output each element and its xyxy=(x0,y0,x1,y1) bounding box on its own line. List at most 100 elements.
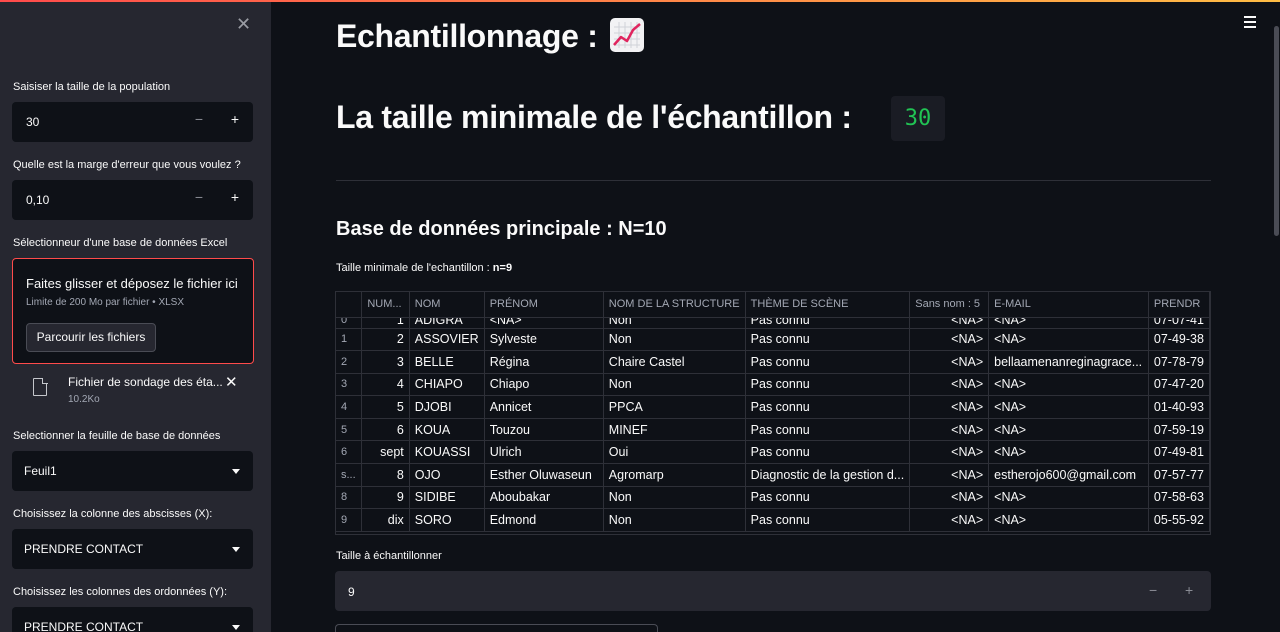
population-decrement-button[interactable]: − xyxy=(189,111,209,127)
table-row[interactable]: s... 8 OJO Esther Oluwaseun Agromarp Diagnost… xyxy=(336,463,1210,487)
file-uploader-dropzone[interactable]: Faites glisser et déposez le fichier ici… xyxy=(12,258,254,364)
table-cell[interactable]: Chiapo xyxy=(484,373,604,397)
table-row[interactable]: 4 5 DJOBI Annicet PPCA Pas connu <NA> <NA> 01-40… xyxy=(336,395,1210,419)
table-cell[interactable]: Aboubakar xyxy=(484,486,604,510)
table-cell[interactable]: SORO xyxy=(409,508,485,532)
row-index-cell[interactable]: 2 xyxy=(336,350,363,374)
table-row[interactable]: 8 9 SIDIBE Aboubakar Non Pas connu <NA> <NA> 07-… xyxy=(336,486,1210,510)
table-cell[interactable]: Pas connu xyxy=(745,418,911,442)
table-cell[interactable]: 2 xyxy=(361,328,410,352)
table-cell[interactable]: 4 xyxy=(361,373,410,397)
row-index-cell[interactable]: 9 xyxy=(336,508,363,532)
table-cell[interactable]: 07-57-77 xyxy=(1148,463,1210,487)
table-cell[interactable]: KOUA xyxy=(409,418,485,442)
table-cell[interactable]: ADIGRA xyxy=(409,317,485,329)
table-cell[interactable]: KOUASSI xyxy=(409,440,485,465)
table-cell[interactable]: <NA> xyxy=(909,395,990,419)
table-row[interactable]: 1 2 ASSOVIER Sylveste Non Pas connu <NA> <NA> 07… xyxy=(336,328,1210,352)
table-cell[interactable]: 6 xyxy=(361,418,410,442)
table-header-cell[interactable]: THÈME DE SCÈNE xyxy=(745,292,911,318)
margin-decrement-button[interactable]: − xyxy=(189,189,209,205)
table-header-cell[interactable]: NOM DE LA STRUCTURE xyxy=(603,292,746,318)
table-cell[interactable]: 3 xyxy=(361,350,410,374)
y-columns-select[interactable]: PRENDRE CONTACT xyxy=(12,607,253,632)
sample-size-decrement-button[interactable]: − xyxy=(1149,582,1157,598)
table-cell[interactable]: <NA> xyxy=(909,463,990,487)
table-cell[interactable]: Oui xyxy=(603,440,746,465)
table-cell[interactable]: 07-07-41 xyxy=(1148,317,1210,329)
table-cell[interactable]: 05-55-92 xyxy=(1148,508,1210,532)
table-cell[interactable]: Pas connu xyxy=(745,373,911,397)
table-cell[interactable]: Sylveste xyxy=(484,328,604,352)
table-cell[interactable]: PPCA xyxy=(603,395,746,419)
table-cell[interactable]: 07-49-38 xyxy=(1148,328,1210,352)
table-cell[interactable]: Non xyxy=(603,317,746,329)
margin-input[interactable]: 0,10 − + xyxy=(12,180,253,220)
row-index-cell[interactable]: 6 xyxy=(336,440,363,465)
table-header-cell[interactable]: E-MAIL xyxy=(988,292,1149,318)
table-cell[interactable]: 07-78-79 xyxy=(1148,350,1210,374)
table-cell[interactable]: 8 xyxy=(361,463,410,487)
table-cell[interactable]: 1 xyxy=(361,317,410,329)
table-cell[interactable]: Non xyxy=(603,328,746,352)
table-cell[interactable]: 07-47-20 xyxy=(1148,373,1210,397)
table-cell[interactable]: Pas connu xyxy=(745,486,911,510)
row-index-cell[interactable]: 3 xyxy=(336,373,363,397)
table-cell[interactable]: BELLE xyxy=(409,350,485,374)
table-cell[interactable]: <NA> xyxy=(909,508,990,532)
row-index-cell[interactable]: s... xyxy=(336,463,363,487)
table-cell[interactable]: <NA> xyxy=(988,328,1149,352)
row-index-cell[interactable]: 5 xyxy=(336,418,363,442)
sheet-select[interactable]: Feuil1 xyxy=(12,451,253,491)
row-index-cell[interactable]: 8 xyxy=(336,486,363,510)
table-cell[interactable]: sept xyxy=(361,440,410,465)
table-row[interactable]: 6 sept KOUASSI Ulrich Oui Pas connu <NA> <NA> 07… xyxy=(336,440,1210,465)
table-cell[interactable]: bellaamenanreginagrace... xyxy=(988,350,1149,374)
table-cell[interactable]: Pas connu xyxy=(745,508,911,532)
table-cell[interactable]: 07-59-19 xyxy=(1148,418,1210,442)
data-table-grid[interactable]: NUM... NOM PRÉNOM NOM DE LA STRUCTURE THÈME … xyxy=(336,292,1210,532)
table-cell[interactable]: Régina xyxy=(484,350,604,374)
table-cell[interactable]: <NA> xyxy=(909,350,990,374)
close-sidebar-icon[interactable]: ✕ xyxy=(236,14,251,35)
table-cell[interactable]: 07-49-81 xyxy=(1148,440,1210,465)
margin-increment-button[interactable]: + xyxy=(225,189,245,205)
table-row[interactable]: 0 1 ADIGRA <NA> Non Pas connu <NA> <NA> 07-07-41 xyxy=(336,317,1210,329)
table-cell[interactable]: MINEF xyxy=(603,418,746,442)
table-cell[interactable]: <NA> xyxy=(484,317,604,329)
table-row[interactable]: 2 3 BELLE Régina Chaire Castel Pas connu <NA> b… xyxy=(336,350,1210,374)
table-cell[interactable]: <NA> xyxy=(909,486,990,510)
table-cell[interactable]: 5 xyxy=(361,395,410,419)
table-cell[interactable]: <NA> xyxy=(909,328,990,352)
table-cell[interactable]: DJOBI xyxy=(409,395,485,419)
sample-size-value[interactable]: 9 xyxy=(348,585,355,599)
row-index-cell[interactable]: 4 xyxy=(336,395,363,419)
table-cell[interactable]: Edmond xyxy=(484,508,604,532)
table-cell[interactable]: Non xyxy=(603,373,746,397)
table-cell[interactable]: <NA> xyxy=(909,373,990,397)
partial-button[interactable] xyxy=(335,624,658,632)
table-cell[interactable]: Pas connu xyxy=(745,328,911,352)
data-table[interactable]: NUM... NOM PRÉNOM NOM DE LA STRUCTURE THÈME … xyxy=(335,291,1211,535)
table-cell[interactable]: SIDIBE xyxy=(409,486,485,510)
table-cell[interactable]: Non xyxy=(603,508,746,532)
table-cell[interactable]: <NA> xyxy=(909,317,990,329)
table-header-cell[interactable]: PRÉNOM xyxy=(484,292,604,318)
table-cell[interactable]: 9 xyxy=(361,486,410,510)
row-index-cell[interactable]: 0 xyxy=(336,317,363,329)
table-cell[interactable]: <NA> xyxy=(988,395,1149,419)
table-cell[interactable]: dix xyxy=(361,508,410,532)
table-cell[interactable]: ASSOVIER xyxy=(409,328,485,352)
table-cell[interactable]: Non xyxy=(603,486,746,510)
table-cell[interactable]: <NA> xyxy=(988,508,1149,532)
table-cell[interactable]: Ulrich xyxy=(484,440,604,465)
table-cell[interactable]: Esther Oluwaseun xyxy=(484,463,604,487)
table-cell[interactable]: <NA> xyxy=(988,418,1149,442)
row-index-cell[interactable]: 1 xyxy=(336,328,363,352)
table-cell[interactable]: Pas connu xyxy=(745,440,911,465)
x-column-select[interactable]: PRENDRE CONTACT xyxy=(12,529,253,569)
table-cell[interactable]: <NA> xyxy=(988,440,1149,465)
table-header-cell[interactable] xyxy=(336,292,363,318)
table-cell[interactable]: Chaire Castel xyxy=(603,350,746,374)
table-header-cell[interactable]: Sans nom : 5 xyxy=(909,292,990,318)
